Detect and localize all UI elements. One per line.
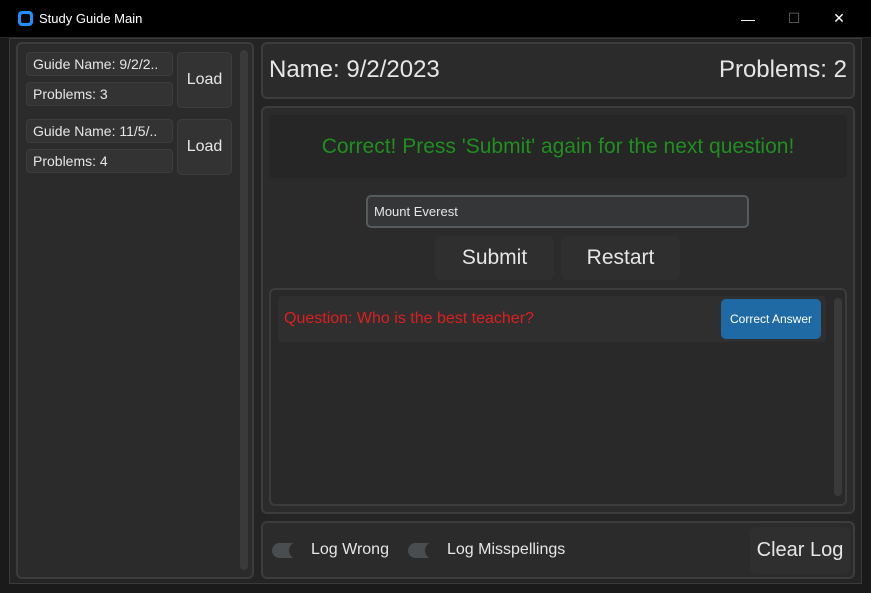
restart-button[interactable]: Restart — [561, 236, 680, 280]
log-misspellings-toggle[interactable] — [408, 542, 442, 559]
log-wrong-toggle[interactable] — [272, 542, 306, 559]
correct-answer-button[interactable]: Correct Answer — [721, 299, 821, 339]
guide-item: Guide Name: 11/5/.. Problems: 4 Load — [26, 119, 232, 175]
feedback-message: Correct! Press 'Submit' again for the ne… — [269, 115, 847, 178]
toggle-knob — [289, 542, 306, 559]
log-scrollbar[interactable] — [834, 298, 842, 496]
load-guide-button[interactable]: Load — [177, 52, 232, 108]
guide-problems-label: Problems: 3 — [26, 82, 173, 106]
window-title: Study Guide Main — [39, 11, 143, 26]
guide-name-label: Guide Name: 9/2/2.. — [26, 52, 173, 76]
guide-name-label: Guide Name: 11/5/.. — [26, 119, 173, 143]
submit-button[interactable]: Submit — [435, 236, 554, 280]
toggle-knob — [425, 542, 442, 559]
maximize-button[interactable]: ☐ — [771, 0, 817, 37]
log-misspellings-label: Log Misspellings — [447, 541, 566, 558]
minimize-button[interactable]: — — [725, 0, 771, 37]
clear-log-button[interactable]: Clear Log — [750, 527, 850, 574]
guide-problems-label: Problems: 4 — [26, 149, 173, 173]
guide-name-title: Name: 9/2/2023 — [269, 56, 440, 83]
title-bar: Study Guide Main — ☐ ✕ — [0, 0, 871, 38]
answer-input[interactable] — [366, 195, 749, 228]
log-wrong-label: Log Wrong — [311, 541, 389, 558]
log-question-text: Question: Who is the best teacher? — [284, 310, 534, 327]
close-button[interactable]: ✕ — [816, 0, 862, 37]
load-guide-button[interactable]: Load — [177, 119, 232, 175]
guide-list-scrollbar[interactable] — [240, 50, 248, 570]
guide-problem-count: Problems: 2 — [718, 56, 847, 83]
guide-item: Guide Name: 9/2/2.. Problems: 3 Load — [26, 52, 232, 108]
app-icon — [18, 11, 33, 26]
